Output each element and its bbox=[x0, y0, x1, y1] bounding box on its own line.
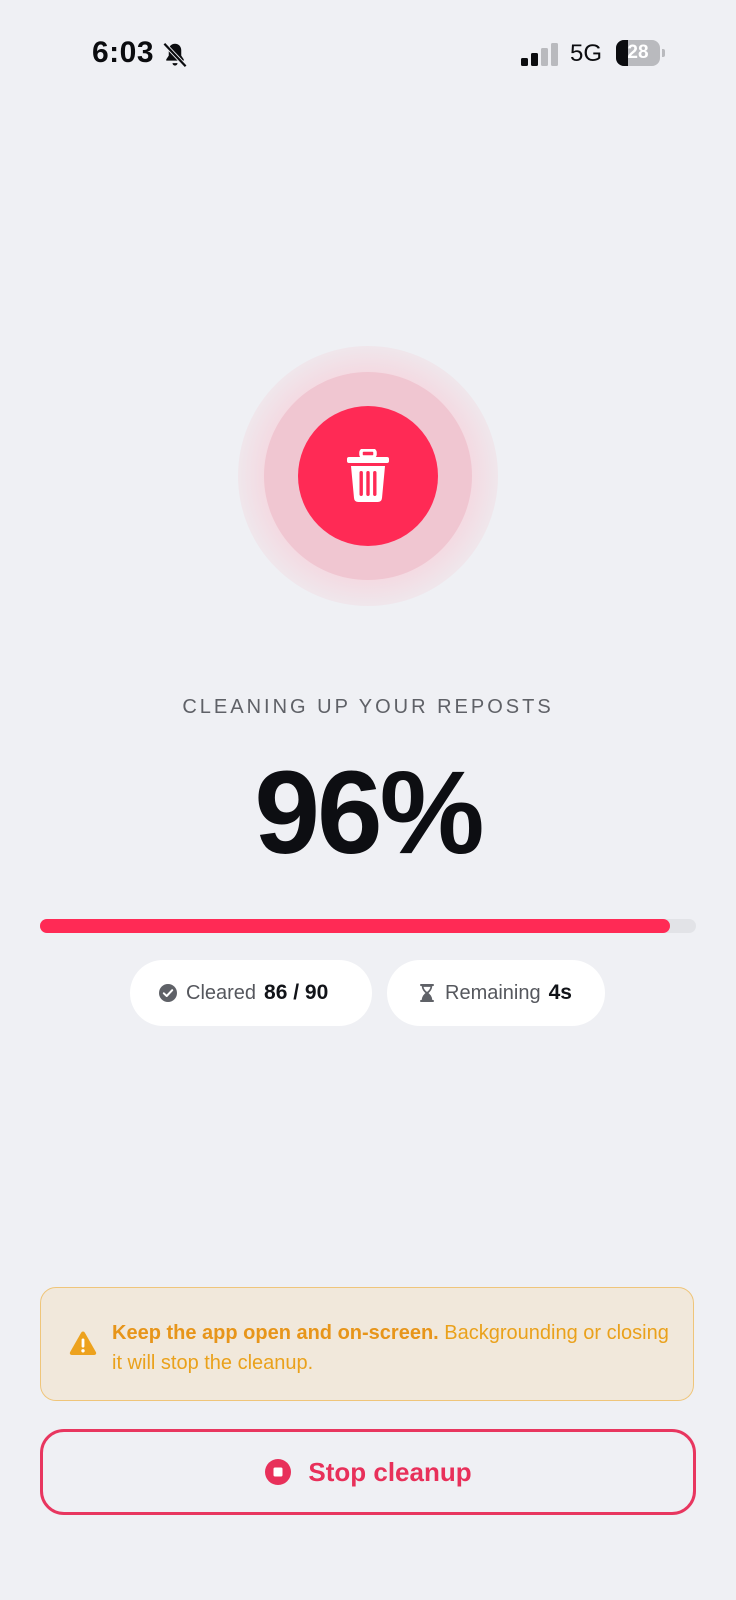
status-bar: 6:03 5G 28 bbox=[0, 0, 736, 110]
bell-muted-icon bbox=[162, 42, 188, 68]
remaining-value: 4s bbox=[548, 981, 572, 1004]
warning-triangle-icon bbox=[69, 1331, 97, 1355]
warning-message: Keep the app open and on-screen. Backgro… bbox=[112, 1318, 672, 1378]
status-time: 6:03 bbox=[92, 36, 155, 69]
warning-strong-text: Keep the app open and on-screen. bbox=[112, 1322, 439, 1344]
remaining-label: Remaining bbox=[445, 981, 541, 1004]
trash-badge bbox=[298, 406, 438, 546]
network-type: 5G bbox=[570, 40, 603, 67]
remaining-pill: Remaining 4s bbox=[387, 960, 605, 1026]
progress-percent: 96% bbox=[254, 747, 484, 879]
battery-level: 28 bbox=[627, 42, 649, 63]
trash-icon bbox=[347, 449, 389, 502]
cleared-pill: Cleared 86 / 90 bbox=[130, 960, 372, 1026]
hourglass-icon bbox=[420, 984, 434, 1002]
keep-open-warning: Keep the app open and on-screen. Backgro… bbox=[40, 1287, 694, 1401]
progress-bar bbox=[40, 919, 696, 933]
cleanup-hero bbox=[238, 346, 498, 606]
cleared-label: Cleared bbox=[186, 981, 257, 1004]
stop-cleanup-label: Stop cleanup bbox=[308, 1456, 472, 1487]
check-circle-icon bbox=[159, 984, 177, 1002]
progress-heading: CLEANING UP YOUR REPOSTS bbox=[182, 696, 554, 718]
stop-cleanup-button[interactable]: Stop cleanup bbox=[40, 1429, 696, 1515]
cleared-value: 86 / 90 bbox=[264, 981, 329, 1004]
stop-circle-icon bbox=[265, 1459, 292, 1485]
cellular-signal-icon bbox=[521, 43, 558, 66]
progress-bar-fill bbox=[40, 919, 670, 933]
battery-icon: 28 bbox=[616, 40, 665, 66]
